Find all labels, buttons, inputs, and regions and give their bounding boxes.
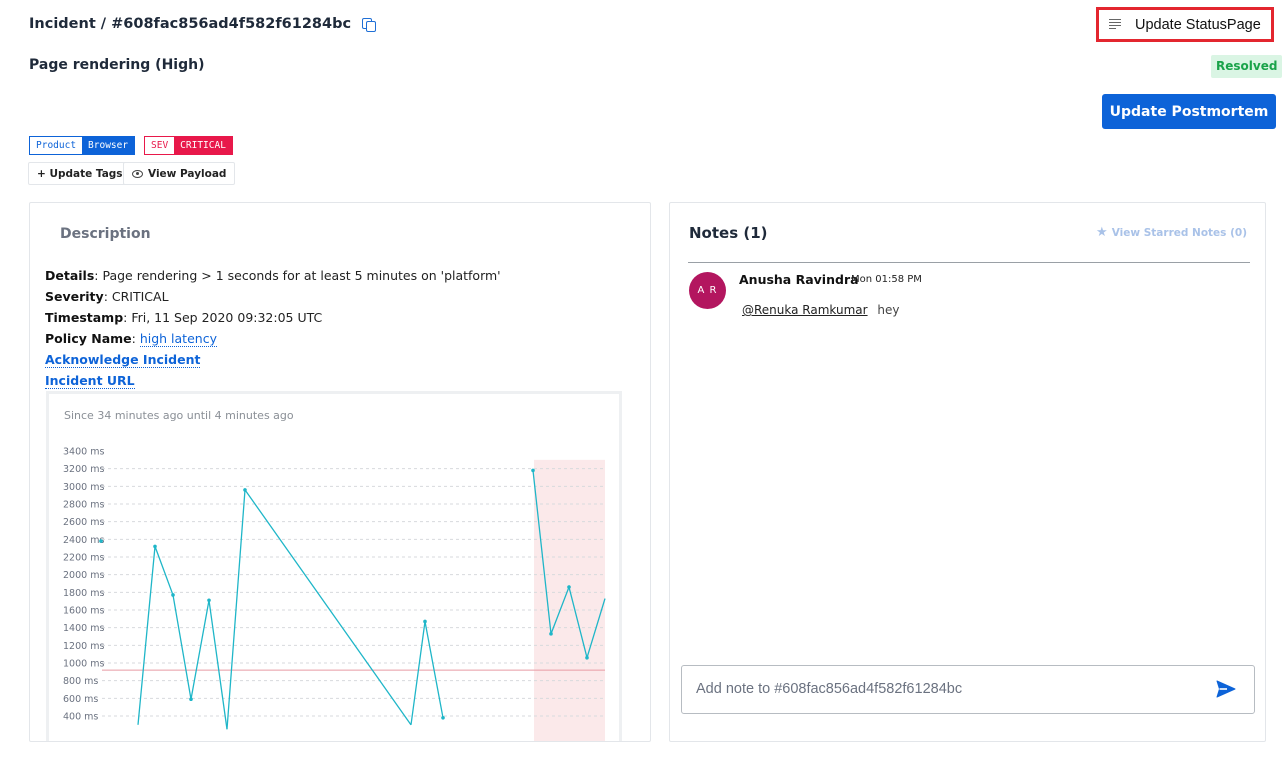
- note-body: @Renuka Ramkumar hey: [742, 303, 900, 317]
- chart-data-point: [189, 697, 193, 702]
- chart-data-point: [243, 488, 247, 492]
- tag-product: Product Browser: [29, 136, 136, 155]
- details-label: Details: [45, 268, 95, 283]
- avatar: A R: [689, 272, 726, 309]
- chart-data-point: [585, 655, 589, 660]
- description-heading: Description: [60, 226, 151, 242]
- chart-y-tick-label: 2200 ms: [63, 553, 104, 564]
- severity-label: Severity: [45, 289, 104, 304]
- incident-url-line: Incident URL: [45, 370, 501, 391]
- chart-y-tick-label: 600 ms: [63, 694, 98, 705]
- note-text: hey: [877, 303, 900, 317]
- chart-plot: 3400 ms 3200 ms 3000 ms 2800 ms 2600 ms 2400 …: [63, 447, 606, 741]
- view-payload-button[interactable]: View Payload: [123, 162, 236, 185]
- chart-data-point: [99, 539, 103, 543]
- chart-data-point: [441, 715, 445, 720]
- update-tags-button[interactable]: + Update Tags: [28, 162, 132, 185]
- chart-series-line: [410, 621, 444, 725]
- chart-data-point: [207, 598, 211, 603]
- details-line: Details: Page rendering > 1 seconds for …: [45, 265, 501, 286]
- timestamp-label: Timestamp: [45, 310, 124, 325]
- send-icon[interactable]: [1216, 680, 1236, 698]
- update-tags-label: + Update Tags: [37, 167, 123, 180]
- notes-title: Notes (1): [689, 224, 768, 242]
- chart-data-point: [549, 632, 553, 636]
- copy-icon[interactable]: [361, 17, 377, 32]
- chart-y-tick-label: 3400 ms: [63, 447, 104, 458]
- latency-chart: Since 34 minutes ago until 4 minutes ago…: [46, 391, 622, 741]
- breadcrumb: Incident / #608fac856ad4f582f61284bc: [29, 14, 377, 34]
- chart-data-point: [171, 593, 175, 597]
- notes-panel: Notes (1) ★ View Starred Notes (0) A R A…: [669, 202, 1266, 742]
- document-icon: [1109, 18, 1121, 32]
- view-starred-notes-link[interactable]: ★ View Starred Notes (0): [1096, 226, 1247, 239]
- star-icon: ★: [1096, 225, 1108, 240]
- policy-sep: :: [131, 331, 140, 346]
- update-statuspage-label: Update StatusPage: [1135, 16, 1261, 33]
- details-value: : Page rendering > 1 seconds for at leas…: [94, 268, 501, 283]
- tag-value: Browser: [82, 137, 135, 154]
- chart-alert-region: [534, 459, 605, 741]
- chart-y-tick-label: 2000 ms: [63, 570, 104, 581]
- tag-value: CRITICAL: [174, 137, 232, 154]
- note-author: Anusha Ravindra: [739, 272, 859, 287]
- tag-key: SEV: [145, 137, 175, 154]
- incident-url-link[interactable]: Incident URL: [45, 373, 135, 389]
- timestamp-value: : Fri, 11 Sep 2020 09:32:05 UTC: [123, 310, 323, 325]
- chart-y-tick-label: 2400 ms: [63, 535, 104, 546]
- view-payload-label: View Payload: [148, 167, 227, 180]
- chart-y-tick-label: 1600 ms: [63, 606, 104, 617]
- policy-link[interactable]: high latency: [139, 331, 217, 347]
- chart-y-tick-label: 1000 ms: [63, 659, 104, 670]
- tag-key: Product: [30, 137, 83, 154]
- update-statuspage-button[interactable]: Update StatusPage: [1096, 7, 1274, 42]
- severity-line: Severity: CRITICAL: [45, 286, 501, 307]
- chart-series-line: [137, 546, 228, 730]
- description-body: Details: Page rendering > 1 seconds for …: [45, 265, 501, 391]
- chart-y-tick-label: 1800 ms: [63, 588, 104, 599]
- timestamp-line: Timestamp: Fri, 11 Sep 2020 09:32:05 UTC: [45, 307, 501, 328]
- chart-y-tick-label: 800 ms: [63, 676, 98, 687]
- note-input[interactable]: [696, 666, 1196, 712]
- note-mention[interactable]: @Renuka Ramkumar: [742, 303, 868, 317]
- acknowledge-line: Acknowledge Incident: [45, 349, 501, 370]
- severity-value: : CRITICAL: [103, 289, 169, 304]
- chart-data-point: [153, 544, 157, 549]
- acknowledge-incident-link[interactable]: Acknowledge Incident: [45, 352, 201, 368]
- status-badge: Resolved: [1211, 55, 1283, 78]
- note-input-container: [681, 665, 1255, 714]
- starred-label: View Starred Notes (0): [1111, 226, 1247, 239]
- policy-line: Policy Name: high latency: [45, 328, 501, 349]
- chart-y-tick-label: 400 ms: [63, 712, 98, 723]
- incident-title: Page rendering (High): [29, 57, 205, 73]
- chart-y-tick-label: 1400 ms: [63, 623, 104, 634]
- tag-severity: SEV CRITICAL: [144, 136, 233, 155]
- chart-data-point: [423, 619, 427, 624]
- description-panel: Description Details: Page rendering > 1 …: [29, 202, 651, 742]
- note-timestamp: Mon 01:58 PM: [851, 274, 922, 285]
- policy-label: Policy Name: [45, 331, 132, 346]
- chart-y-tick-label: 1200 ms: [63, 641, 104, 652]
- chart-y-tick-label: 3200 ms: [63, 464, 104, 475]
- chart-data-point: [531, 468, 535, 473]
- incident-breadcrumb-text: Incident / #608fac856ad4f582f61284bc: [29, 16, 352, 32]
- divider: [688, 262, 1250, 263]
- chart-y-tick-label: 2600 ms: [63, 517, 104, 528]
- chart-y-tick-label: 2800 ms: [63, 500, 104, 511]
- chart-data-point: [567, 585, 571, 589]
- eye-icon: [132, 169, 143, 178]
- update-postmortem-button[interactable]: Update Postmortem: [1102, 94, 1276, 129]
- chart-y-tick-label: 3000 ms: [63, 482, 104, 493]
